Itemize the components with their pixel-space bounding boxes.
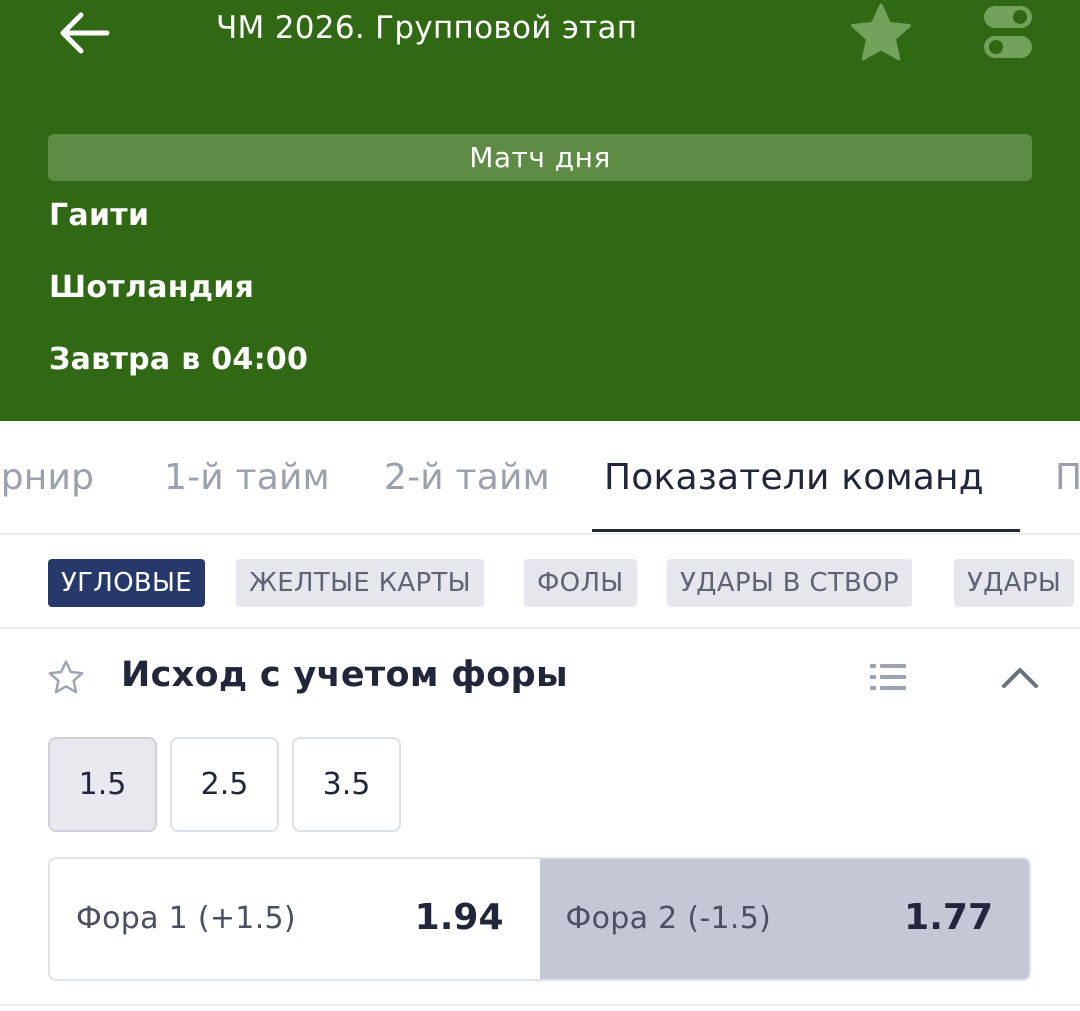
back-button[interactable] (52, 6, 116, 60)
market-collapse-button[interactable] (998, 658, 1042, 696)
chip-corners[interactable]: УГЛОВЫЕ (48, 559, 206, 607)
settings-toggle-button[interactable] (980, 2, 1036, 62)
odd-label: Фора 1 (+1.5) (76, 901, 296, 936)
tab-second-half[interactable]: 2-й тайм (384, 457, 550, 498)
chip-fouls[interactable]: ФОЛЫ (524, 559, 637, 607)
odd-value: 1.77 (904, 897, 993, 938)
tab-first-half[interactable]: 1-й тайм (164, 457, 330, 498)
handicap-line-option[interactable]: 1.5 (48, 737, 157, 832)
star-icon (851, 3, 911, 61)
toggle-settings-icon (984, 6, 1032, 58)
tab-team-stats[interactable]: Показатели команд (604, 457, 984, 498)
active-tab-indicator (592, 529, 1020, 532)
chip-yellow-cards[interactable]: ЖЕЛТЫЕ КАРТЫ (236, 559, 484, 607)
market-list-button[interactable] (866, 659, 910, 695)
list-icon (870, 664, 906, 690)
match-start-time: Завтра в 04:00 (49, 342, 309, 377)
handicap-line-option[interactable]: 2.5 (170, 737, 279, 832)
handicap-line-option[interactable]: 3.5 (292, 737, 401, 832)
odd-handicap-1[interactable]: Фора 1 (+1.5) 1.94 (50, 859, 540, 979)
market-favorite-button[interactable] (46, 657, 86, 697)
team-away: Шотландия (49, 270, 255, 305)
star-outline-icon (48, 660, 84, 694)
match-of-the-day-badge: Матч дня (48, 134, 1032, 181)
stat-filter-chips: УГЛОВЫЕ ЖЕЛТЫЕ КАРТЫ ФОЛЫ УДАРЫ В СТВОР … (0, 537, 1080, 629)
page-title: ЧМ 2026. Групповой этап (216, 10, 638, 46)
odd-handicap-2[interactable]: Фора 2 (-1.5) 1.77 (539, 859, 1029, 979)
odd-label: Фора 2 (-1.5) (565, 901, 772, 936)
market-tabs: Турнир 1-й тайм 2-й тайм Показатели кома… (0, 421, 1080, 535)
odds-row: Фора 1 (+1.5) 1.94 Фора 2 (-1.5) 1.77 (48, 857, 1031, 981)
tab-next[interactable]: П (1055, 457, 1080, 498)
market-title: Исход с учетом форы (121, 655, 568, 695)
back-arrow-icon (60, 12, 110, 54)
odd-value: 1.94 (414, 897, 504, 938)
chip-shots[interactable]: УДАРЫ (954, 559, 1075, 607)
chevron-up-icon (1002, 668, 1038, 688)
chip-shots-on-target[interactable]: УДАРЫ В СТВОР (667, 559, 912, 607)
team-home: Гаити (49, 198, 150, 233)
divider (0, 1004, 1080, 1006)
match-header: ЧМ 2026. Групповой этап Матч дня Гаити Ш… (0, 0, 1080, 421)
favorite-button[interactable] (846, 0, 916, 64)
tab-tournament[interactable]: Турнир (0, 457, 94, 498)
